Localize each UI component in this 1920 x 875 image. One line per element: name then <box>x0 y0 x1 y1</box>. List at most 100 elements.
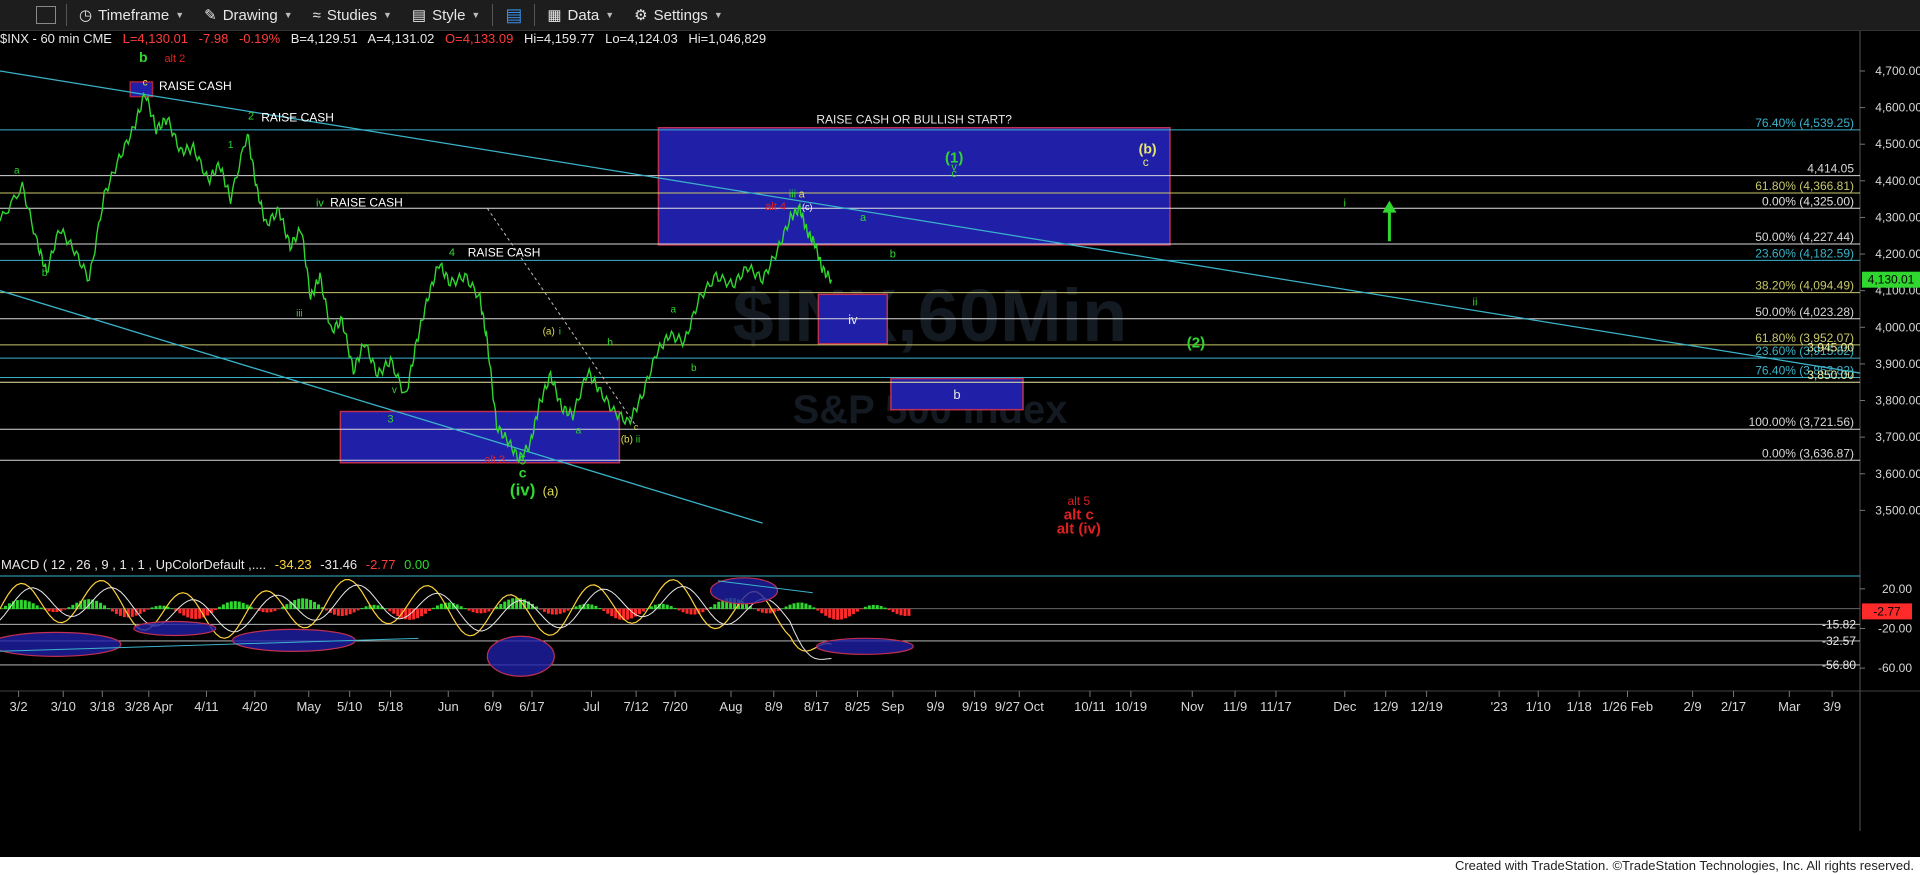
macd-histogram-bar <box>558 608 562 614</box>
macd-histogram-bar <box>376 605 380 610</box>
macd-histogram-bar <box>816 608 820 611</box>
macd-histogram-bar <box>265 608 269 613</box>
macd-histogram-bar <box>554 608 558 615</box>
timeframe-label: Timeframe <box>98 6 170 24</box>
macd-histogram-bar <box>309 599 313 610</box>
x-axis-tick-label: '23 <box>1491 699 1508 714</box>
wave-label: a <box>671 305 677 316</box>
macd-histogram-bar <box>388 608 392 612</box>
wave-label: 3 <box>388 413 394 425</box>
fib-level-label: 50.00% (4,023.28) <box>1755 305 1854 319</box>
macd-histogram-bar <box>764 608 768 614</box>
macd-study-label: MACD ( 12 , 26 , 9 , 1 , 1 , UpColorDefa… <box>1 557 429 572</box>
macd-histogram-bar <box>855 608 859 612</box>
macd-histogram-bar <box>229 601 233 610</box>
macd-histogram-bar <box>154 606 158 610</box>
price-chart[interactable]: $INX,60Min S&P 500 Index RAISE CASH OR B… <box>0 31 1920 857</box>
x-axis-tick-label: 3/18 <box>90 699 115 714</box>
macd-histogram-bar <box>717 601 721 610</box>
wave-label: RAISE CASH <box>159 79 232 93</box>
y-axis-tick-label: 4,000.00 <box>1875 320 1920 334</box>
macd-histogram-bar <box>138 608 142 614</box>
macd-histogram-bar <box>487 608 491 612</box>
x-axis-tick-label: 3/2 <box>10 699 28 714</box>
wave-label: (a) <box>543 327 555 338</box>
macd-histogram-bar <box>713 604 717 610</box>
macd-histogram-bar <box>340 608 344 617</box>
macd-histogram-bar <box>840 608 844 620</box>
macd-histogram-bar <box>899 608 903 616</box>
macd-histogram-bar <box>590 604 594 610</box>
macd-histogram-bar <box>71 604 75 610</box>
wave-label: c <box>634 422 639 432</box>
timeframe-menu[interactable]: ◷ Timeframe ▼ <box>69 0 194 30</box>
macd-histogram-bar <box>277 608 281 610</box>
studies-menu[interactable]: ≈ Studies ▼ <box>303 0 402 30</box>
macd-histogram-bar <box>51 608 55 613</box>
data-menu[interactable]: ▦ Data ▼ <box>537 0 624 30</box>
fib-level-label: 0.00% (3,636.87) <box>1762 446 1854 460</box>
macd-histogram-bar <box>435 605 439 610</box>
macd-histogram-bar <box>372 604 376 610</box>
x-axis-tick-label: 8/17 <box>804 699 829 714</box>
studies-icon: ≈ <box>312 6 321 24</box>
macd-histogram-bar <box>641 608 645 612</box>
macd-histogram-bar <box>574 606 578 610</box>
macd-histogram-bar <box>35 605 39 610</box>
macd-histogram-bar <box>150 607 154 610</box>
x-axis-tick-label: Jun <box>438 699 459 714</box>
wave-label: ii <box>636 435 640 446</box>
wave-label: iv <box>316 197 324 209</box>
macd-histogram-bar <box>99 602 103 610</box>
drawing-menu[interactable]: ✎ Drawing ▼ <box>194 0 303 30</box>
wave-label: v <box>392 385 397 396</box>
macd-histogram-bar <box>677 608 681 611</box>
x-axis-tick-label: 2/17 <box>1721 699 1746 714</box>
macd-histogram-bar <box>301 598 305 610</box>
macd-histogram-bar <box>213 608 217 611</box>
macd-histogram-bar <box>447 602 451 610</box>
wave-label: (c) <box>802 202 813 212</box>
x-axis-tick-label: Sep <box>881 699 904 714</box>
macd-histogram-bar <box>416 608 420 619</box>
fib-level-label: 76.40% (4,539.25) <box>1755 116 1854 130</box>
style-menu[interactable]: ▤ Style ▼ <box>402 0 490 30</box>
macd-histogram-bar <box>336 608 340 616</box>
wave-label: a <box>14 165 20 176</box>
macd-histogram-bar <box>879 606 883 610</box>
wave-label: a <box>799 188 806 200</box>
macd-histogram-bar <box>483 608 487 613</box>
macd-histogram-bar <box>39 607 43 610</box>
macd-level-label: -56.80 <box>1822 658 1856 672</box>
macd-histogram-bar <box>118 608 122 616</box>
macd-histogram-bar <box>689 608 693 615</box>
window-icon[interactable] <box>36 6 56 24</box>
macd-divergence-ellipse <box>486 635 555 677</box>
chevron-down-icon: ▼ <box>382 10 392 20</box>
macd-histogram-bar <box>820 608 824 614</box>
macd-histogram-bar <box>110 608 114 612</box>
chevron-down-icon: ▼ <box>283 10 293 20</box>
x-axis-tick-label: 11/9 <box>1223 699 1247 714</box>
macd-histogram-bar <box>221 604 225 610</box>
chevron-down-icon: ▼ <box>175 10 185 20</box>
fib-level-label: 3,850.00 <box>1807 368 1854 382</box>
wave-label: c <box>143 78 148 89</box>
macd-histogram-bar <box>158 605 162 610</box>
macd-histogram-bar <box>499 604 503 610</box>
macd-histogram-bar <box>836 608 840 620</box>
macd-histogram-bar <box>423 608 427 614</box>
x-axis-tick-label: 7/20 <box>663 699 688 714</box>
macd-histogram-bar <box>186 608 190 618</box>
macd-histogram-bar <box>142 608 146 612</box>
wave-label: a <box>860 212 867 224</box>
macd-histogram-bar <box>253 608 257 610</box>
macd-axis-tick-label: -60.00 <box>1878 661 1912 675</box>
settings-menu[interactable]: ⚙ Settings ▼ <box>624 0 733 30</box>
macd-histogram-bar <box>800 602 804 610</box>
macd-histogram-bar <box>760 608 764 613</box>
macd-histogram-bar <box>471 608 475 613</box>
wave-label: RAISE CASH <box>261 111 334 125</box>
x-axis-tick-label: 9/19 <box>962 699 987 714</box>
layout-button[interactable]: ▤ <box>495 0 532 30</box>
